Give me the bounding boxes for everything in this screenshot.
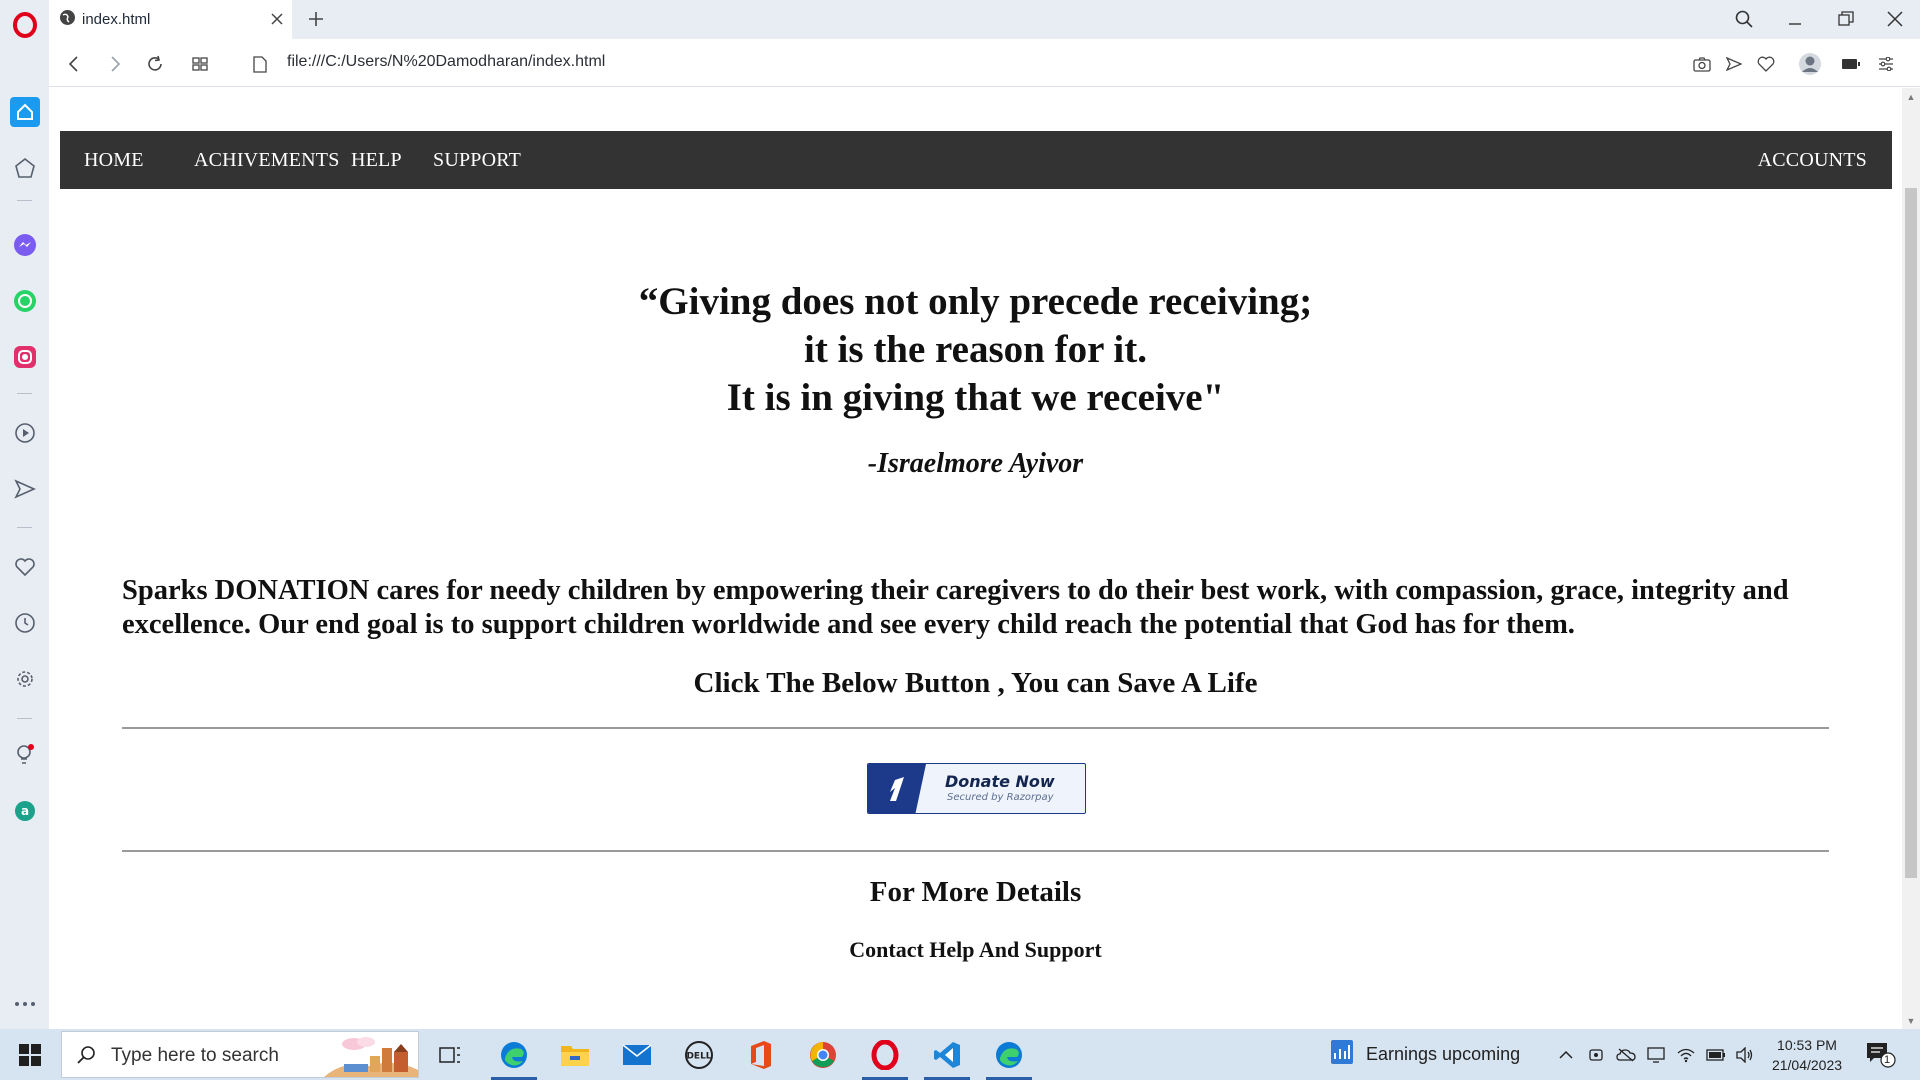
home-icon[interactable] [0,90,49,134]
task-view-icon[interactable] [421,1029,479,1080]
clock-date: 21/04/2023 [1771,1057,1843,1073]
globe-icon [59,9,76,31]
close-window-button[interactable] [1877,4,1913,34]
earnings-widget[interactable]: Earnings upcoming [1330,1029,1520,1080]
meet-now-icon[interactable] [1586,1044,1606,1066]
details-subheading: Contact Help And Support [849,937,1102,962]
lightbulb-icon[interactable] [0,733,49,777]
quote-line: “Giving does not only precede receiving; [638,280,1313,323]
tab-grid-icon[interactable] [187,51,213,77]
wifi-icon[interactable] [1675,1044,1697,1066]
battery-icon[interactable] [1705,1044,1727,1066]
more-icon[interactable] [0,982,49,1026]
tab-strip: index.html [49,0,1920,39]
tray-overflow-chevron-icon[interactable] [1556,1044,1576,1066]
new-tab-button[interactable] [305,8,327,30]
opera-menu-icon[interactable] [0,3,49,47]
nav-link-achivements[interactable]: ACHIVEMENTS [194,149,340,172]
notification-count: 1 [1884,1054,1891,1066]
notification-center-icon[interactable]: 1 [1866,1042,1896,1068]
profile-avatar-icon[interactable] [1797,51,1823,77]
snapshot-icon[interactable] [1689,51,1715,77]
reload-button[interactable] [142,51,168,77]
taskbar-search-box[interactable]: Type here to search [61,1031,419,1078]
quote-line: it is the reason for it. [803,328,1148,371]
address-bar: file:///C:/Users/N%20Damodharan/index.ht… [49,39,1920,87]
taskbar-clock[interactable]: 10:53 PM 21/04/2023 [1762,1035,1852,1075]
taskbar: Type here to search DELL Earnings upcomi… [0,1029,1920,1080]
browser-sidebar: a [0,0,49,1029]
dell-icon[interactable]: DELL [670,1029,728,1080]
scroll-up-icon[interactable]: ▲ [1906,92,1916,102]
page-viewport: HOME ACHIVEMENTS HELP SUPPORT ACCOUNTS “… [49,88,1902,1029]
heart-icon[interactable] [0,545,49,589]
quote-block: “Giving does not only precede receiving;… [49,278,1902,422]
vscode-icon[interactable] [918,1029,976,1080]
details-heading: For More Details [869,876,1082,908]
volume-icon[interactable] [1734,1044,1756,1066]
close-tab-icon[interactable] [268,10,286,28]
donate-label: Donate Now [945,772,1055,791]
url-field[interactable]: file:///C:/Users/N%20Damodharan/index.ht… [287,53,605,71]
nav-link-support[interactable]: SUPPORT [433,149,521,172]
windows-start-button[interactable] [0,1029,60,1080]
send-to-flow-icon[interactable] [1721,51,1747,77]
opera-taskbar-icon[interactable] [856,1029,914,1080]
nav-link-home[interactable]: HOME [84,149,144,172]
easy-setup-icon[interactable] [1873,51,1899,77]
tab-index-html[interactable]: index.html [49,0,292,39]
razorpay-logo-icon [868,764,926,813]
scroll-down-icon[interactable]: ▼ [1906,1016,1916,1026]
settings-icon[interactable] [0,657,49,701]
aria-icon[interactable]: a [0,789,49,833]
send-icon[interactable] [0,467,49,511]
site-navbar: HOME ACHIVEMENTS HELP SUPPORT ACCOUNTS [60,131,1892,189]
search-placeholder: Type here to search [111,1045,279,1066]
file-explorer-icon[interactable] [546,1029,604,1080]
mail-icon[interactable] [608,1029,666,1080]
bookmark-heart-icon[interactable] [1753,51,1779,77]
chrome-icon[interactable] [794,1029,852,1080]
quote-line: It is in giving that we receive" [726,376,1225,419]
call-to-action: Click The Below Button , You can Save A … [693,667,1258,699]
search-highlight-illustration-icon [314,1032,418,1077]
player-icon[interactable] [0,411,49,455]
edge-secondary-icon[interactable] [980,1029,1038,1080]
instagram-icon[interactable] [0,335,49,379]
divider [122,850,1829,852]
search-icon [76,1045,96,1070]
svg-text:DELL: DELL [686,1051,711,1061]
nav-link-accounts[interactable]: ACCOUNTS [1758,149,1867,172]
minimize-button[interactable] [1777,4,1813,34]
restore-button[interactable] [1828,4,1864,34]
tab-title: index.html [82,11,151,28]
page-scrollbar[interactable]: ▲ ▼ [1902,88,1920,1029]
battery-saver-icon[interactable] [1838,51,1864,77]
tab-search-icon[interactable] [1726,4,1762,34]
history-icon[interactable] [0,601,49,645]
edge-taskbar-icon[interactable] [485,1029,543,1080]
quote-author: -Israelmore Ayivor [867,448,1084,479]
donate-subtitle: Secured by Razorpay [947,792,1054,803]
stocks-icon [1330,1039,1354,1070]
back-button[interactable] [61,51,87,77]
whatsapp-icon[interactable] [0,279,49,323]
donate-now-button[interactable]: Donate Now Secured by Razorpay [867,763,1086,814]
office-icon[interactable] [732,1029,790,1080]
speed-dial-icon[interactable] [0,146,49,190]
svg-text:a: a [20,804,28,818]
nav-link-help[interactable]: HELP [351,149,402,172]
forward-button[interactable] [102,51,128,77]
page-info-icon[interactable] [247,51,273,77]
onedrive-icon[interactable] [1615,1044,1637,1066]
divider [122,727,1829,729]
clock-time: 10:53 PM [1777,1037,1837,1053]
mission-statement: Sparks DONATION cares for needy children… [122,575,1789,640]
display-icon[interactable] [1645,1044,1667,1066]
earnings-text: Earnings upcoming [1366,1044,1521,1064]
messenger-icon[interactable] [0,223,49,267]
scroll-thumb[interactable] [1905,188,1917,878]
